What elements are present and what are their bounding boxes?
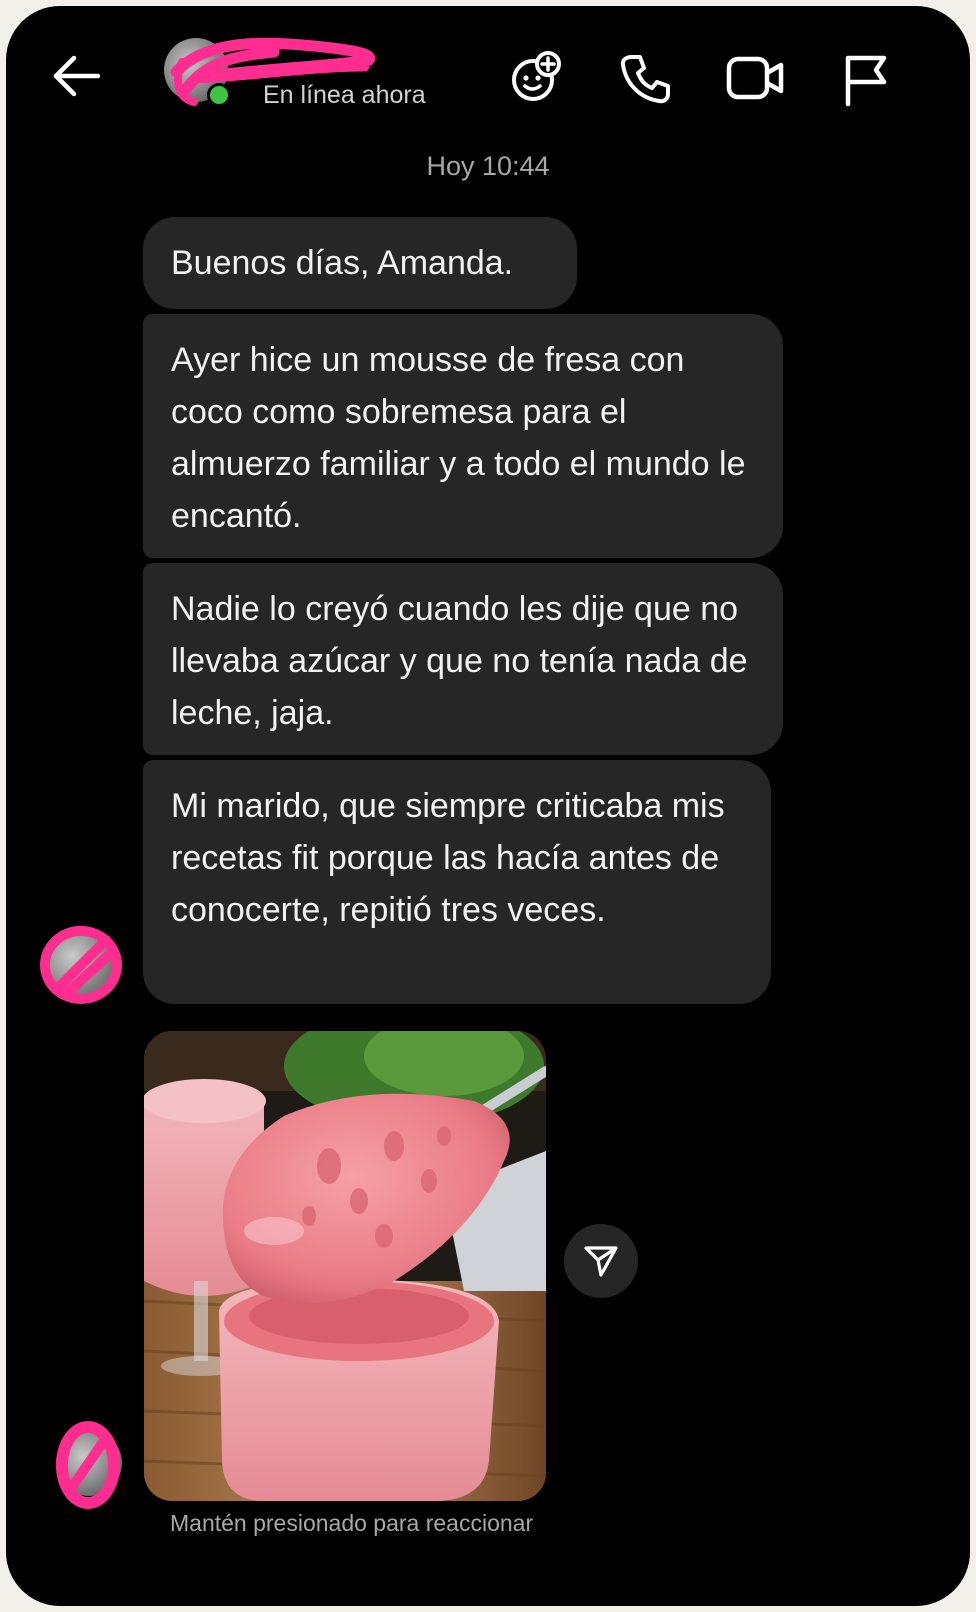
message-bubble[interactable]: Nadie lo creyó cuando les dije que no ll… bbox=[143, 563, 783, 755]
video-icon bbox=[726, 56, 784, 100]
effects-button[interactable] bbox=[509, 48, 565, 104]
online-indicator bbox=[207, 83, 231, 107]
mousse-photo bbox=[144, 1031, 546, 1501]
message-text: Nadie lo creyó cuando les dije que no ll… bbox=[171, 590, 748, 732]
conversation-timestamp: Hoy 10:44 bbox=[426, 151, 550, 181]
message-bubble[interactable]: Buenos días, Amanda. bbox=[143, 217, 577, 309]
sender-avatar[interactable] bbox=[42, 926, 118, 1002]
report-button[interactable] bbox=[842, 52, 890, 108]
effects-icon bbox=[512, 51, 561, 101]
arrow-left-icon bbox=[53, 55, 101, 97]
video-call-button[interactable] bbox=[726, 54, 786, 102]
message-bubble[interactable]: Ayer hice un mousse de fresa con coco co… bbox=[143, 314, 783, 558]
message-text: Ayer hice un mousse de fresa con coco co… bbox=[171, 341, 746, 535]
call-button[interactable] bbox=[618, 52, 672, 106]
message-text: Buenos días, Amanda. bbox=[171, 244, 514, 282]
status-text: En línea ahora bbox=[263, 81, 426, 109]
back-button[interactable] bbox=[50, 54, 102, 98]
sender-avatar[interactable] bbox=[56, 1430, 122, 1496]
message-text: Mi marido, que siempre criticaba mis rec… bbox=[171, 787, 725, 929]
message-bubble[interactable]: Mi marido, que siempre criticaba mis rec… bbox=[143, 760, 771, 1004]
flag-icon bbox=[845, 55, 887, 107]
share-button[interactable] bbox=[564, 1224, 638, 1298]
reaction-hint: Mantén presionado para reaccionar bbox=[170, 1510, 534, 1536]
image-message[interactable] bbox=[144, 1031, 546, 1501]
phone-icon bbox=[620, 55, 670, 104]
send-icon bbox=[584, 1246, 618, 1277]
chat-screen: En línea ahora Hoy 10:44 Buenos días, Am… bbox=[6, 6, 970, 1606]
